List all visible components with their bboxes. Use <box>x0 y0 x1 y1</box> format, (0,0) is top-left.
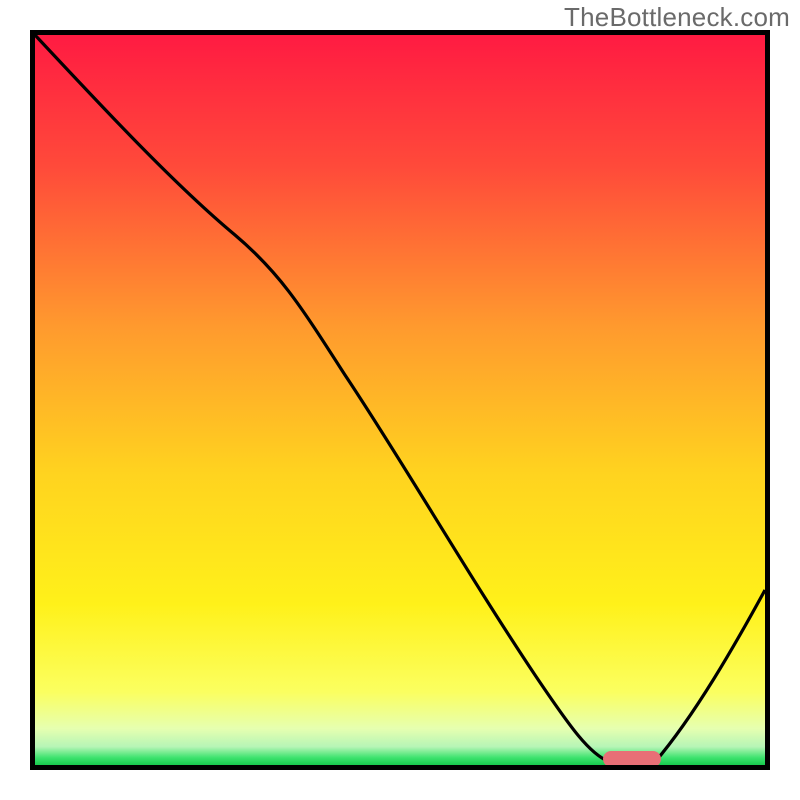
chart-frame: TheBottleneck.com <box>0 0 800 800</box>
gradient-background <box>35 35 765 765</box>
optimal-marker <box>603 751 661 765</box>
chart-svg <box>35 35 765 765</box>
watermark-text: TheBottleneck.com <box>564 2 790 33</box>
